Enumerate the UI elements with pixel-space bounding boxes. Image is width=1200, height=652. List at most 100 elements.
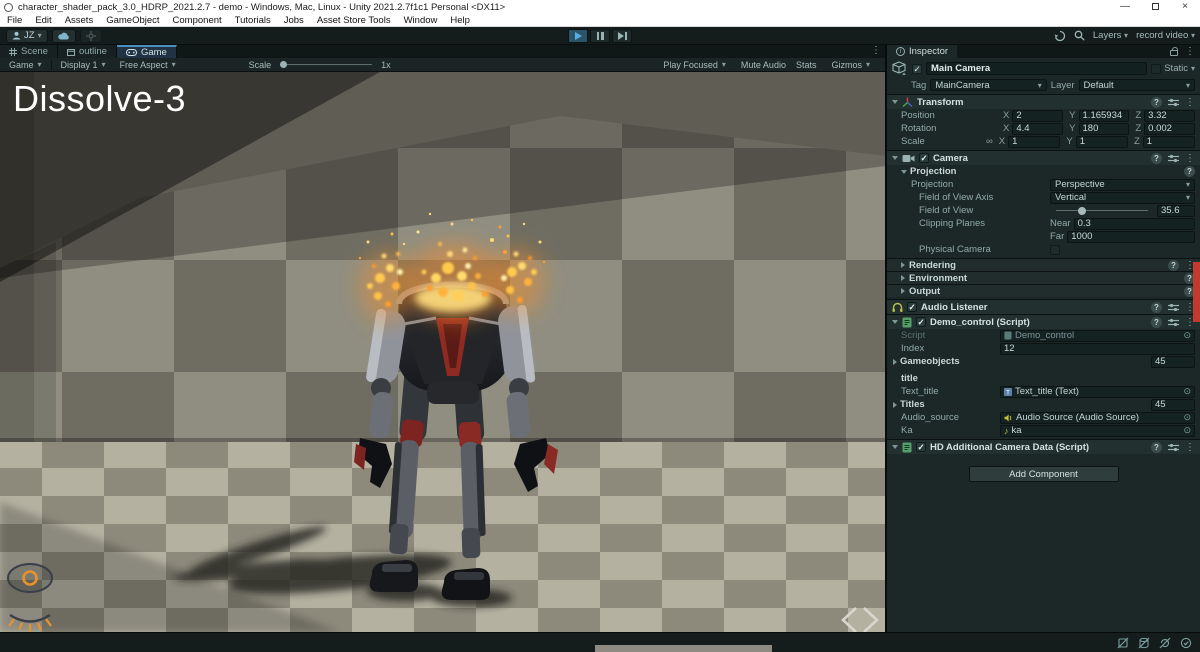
component-menu-icon[interactable]: ⋮	[1185, 97, 1195, 108]
near-field[interactable]: 0.3	[1074, 218, 1195, 230]
gameobject-name-field[interactable]: Main Camera	[926, 62, 1147, 75]
scale-x-field[interactable]: 1	[1008, 136, 1060, 148]
menu-gameobject[interactable]: GameObject	[106, 15, 159, 26]
search-icon[interactable]	[1074, 30, 1085, 41]
presets-icon[interactable]	[1168, 303, 1179, 312]
position-y-field[interactable]: 1.165934	[1079, 110, 1130, 122]
environment-section[interactable]: Environment ?	[887, 271, 1200, 284]
projection-dropdown[interactable]: Perspective▾	[1050, 179, 1195, 191]
scale-slider[interactable]	[280, 64, 372, 65]
panel-menu-icon[interactable]: ⋮	[871, 45, 881, 56]
projection-section-row[interactable]: Projection ?	[887, 165, 1200, 178]
output-section[interactable]: Output ?	[887, 284, 1200, 297]
menu-tutorials[interactable]: Tutorials	[235, 15, 271, 26]
foldout-open-icon[interactable]	[892, 445, 898, 449]
demo-control-checkbox[interactable]: ✓	[916, 317, 926, 327]
cloud-button[interactable]	[52, 29, 76, 43]
position-x-field[interactable]: 2	[1012, 110, 1063, 122]
component-menu-icon[interactable]: ⋮	[1185, 153, 1195, 164]
menu-asset-store-tools[interactable]: Asset Store Tools	[317, 15, 391, 26]
constrain-proportions-icon[interactable]: ∞	[986, 136, 993, 147]
rendering-section[interactable]: Rendering ?⋮	[887, 258, 1200, 271]
object-picker-icon[interactable]: ⊙	[1183, 386, 1191, 397]
help-icon[interactable]: ?	[1184, 166, 1195, 177]
eye-open-icon[interactable]	[8, 564, 52, 592]
ka-object-field[interactable]: ♪ ka ⊙	[1000, 425, 1195, 437]
undo-history-icon[interactable]	[1054, 30, 1066, 42]
stats-toggle[interactable]: Stats	[796, 60, 817, 70]
index-field[interactable]: 12	[1000, 343, 1195, 355]
display-dropdown[interactable]: Display 1▾	[56, 58, 111, 72]
rotation-x-field[interactable]: 4.4	[1012, 123, 1063, 135]
mute-audio-toggle[interactable]: Mute Audio	[741, 60, 786, 70]
activity-ok-icon[interactable]	[1180, 637, 1192, 649]
add-component-button[interactable]: Add Component	[969, 466, 1119, 482]
rotation-z-field[interactable]: 0.002	[1144, 123, 1195, 135]
tab-outline[interactable]: outline	[58, 45, 117, 58]
titles-size-field[interactable]: 45	[1151, 399, 1195, 411]
layer-dropdown[interactable]: Default▾	[1079, 79, 1195, 91]
play-button[interactable]	[568, 29, 588, 43]
menu-help[interactable]: Help	[450, 15, 470, 26]
static-checkbox[interactable]	[1151, 64, 1161, 74]
hd-camera-data-header[interactable]: ✓ HD Additional Camera Data (Script) ? ⋮	[887, 439, 1200, 454]
cube-icon[interactable]	[892, 61, 908, 76]
pause-button[interactable]	[590, 29, 610, 43]
script-object-field[interactable]: Demo_control ⊙	[1000, 330, 1195, 342]
inspector-menu-icon[interactable]: ⋮	[1185, 46, 1195, 57]
foldout-open-icon[interactable]	[892, 156, 898, 160]
help-icon[interactable]: ?	[1151, 153, 1162, 164]
tag-dropdown[interactable]: MainCamera▾	[930, 79, 1046, 91]
restore-button[interactable]	[1140, 0, 1170, 15]
object-picker-icon[interactable]: ⊙	[1183, 412, 1191, 423]
presets-icon[interactable]	[1168, 98, 1179, 107]
tab-game[interactable]: Game	[117, 45, 177, 58]
transform-header[interactable]: Transform ? ⋮	[887, 94, 1200, 109]
far-field[interactable]: 1000	[1067, 231, 1195, 243]
foldout-open-icon[interactable]	[892, 320, 898, 324]
audio-listener-header[interactable]: ✓ Audio Listener ? ⋮	[887, 299, 1200, 314]
game-view-dropdown[interactable]: Game▾	[4, 58, 47, 72]
help-icon[interactable]: ?	[1168, 260, 1179, 271]
camera-enabled-checkbox[interactable]: ✓	[919, 153, 929, 163]
position-z-field[interactable]: 3.32	[1144, 110, 1195, 122]
scale-z-field[interactable]: 1	[1143, 136, 1195, 148]
layout-dropdown[interactable]: record video ▾	[1136, 30, 1195, 41]
object-picker-icon[interactable]: ⊙	[1183, 425, 1191, 436]
tab-scene[interactable]: Scene	[0, 45, 58, 58]
menu-file[interactable]: File	[7, 15, 22, 26]
aspect-dropdown[interactable]: Free Aspect▾	[115, 58, 181, 72]
menu-window[interactable]: Window	[404, 15, 438, 26]
gameobjects-row[interactable]: Gameobjects 45	[887, 355, 1200, 368]
play-focused-dropdown[interactable]: Play Focused▾	[658, 58, 731, 72]
hd-camera-data-checkbox[interactable]: ✓	[916, 442, 926, 452]
demo-control-header[interactable]: ✓ Demo_control (Script) ? ⋮	[887, 314, 1200, 329]
menu-assets[interactable]: Assets	[65, 15, 94, 26]
account-dropdown[interactable]: JZ ▾	[6, 29, 48, 43]
tab-inspector[interactable]: i Inspector	[887, 45, 957, 58]
game-viewport[interactable]: Dissolve-3	[0, 72, 885, 632]
component-menu-icon[interactable]: ⋮	[1185, 442, 1195, 453]
gizmos-dropdown[interactable]: Gizmos▾	[826, 58, 875, 72]
camera-header[interactable]: ✓ Camera ? ⋮	[887, 150, 1200, 165]
minimize-button[interactable]: —	[1110, 0, 1140, 15]
foldout-open-icon[interactable]	[892, 100, 898, 104]
db-muted-icon[interactable]	[1138, 637, 1150, 649]
gameobjects-size-field[interactable]: 45	[1151, 356, 1195, 368]
help-icon[interactable]: ?	[1151, 302, 1162, 313]
titles-row[interactable]: Titles 45	[887, 398, 1200, 411]
scale-slider-knob[interactable]	[280, 61, 287, 68]
help-icon[interactable]: ?	[1151, 97, 1162, 108]
menu-component[interactable]: Component	[173, 15, 222, 26]
physical-camera-checkbox[interactable]	[1050, 245, 1060, 255]
audio-source-object-field[interactable]: Audio Source (Audio Source) ⊙	[1000, 412, 1195, 424]
layers-dropdown[interactable]: Layers ▾	[1093, 30, 1128, 41]
text-title-object-field[interactable]: T Text_title (Text) ⊙	[1000, 386, 1195, 398]
services-button[interactable]	[80, 29, 102, 43]
fov-slider[interactable]	[1056, 210, 1148, 211]
fov-slider-knob[interactable]	[1078, 207, 1086, 215]
refresh-muted-icon[interactable]	[1159, 637, 1171, 649]
menu-edit[interactable]: Edit	[35, 15, 51, 26]
help-icon[interactable]: ?	[1151, 442, 1162, 453]
close-button[interactable]: ×	[1170, 0, 1200, 15]
